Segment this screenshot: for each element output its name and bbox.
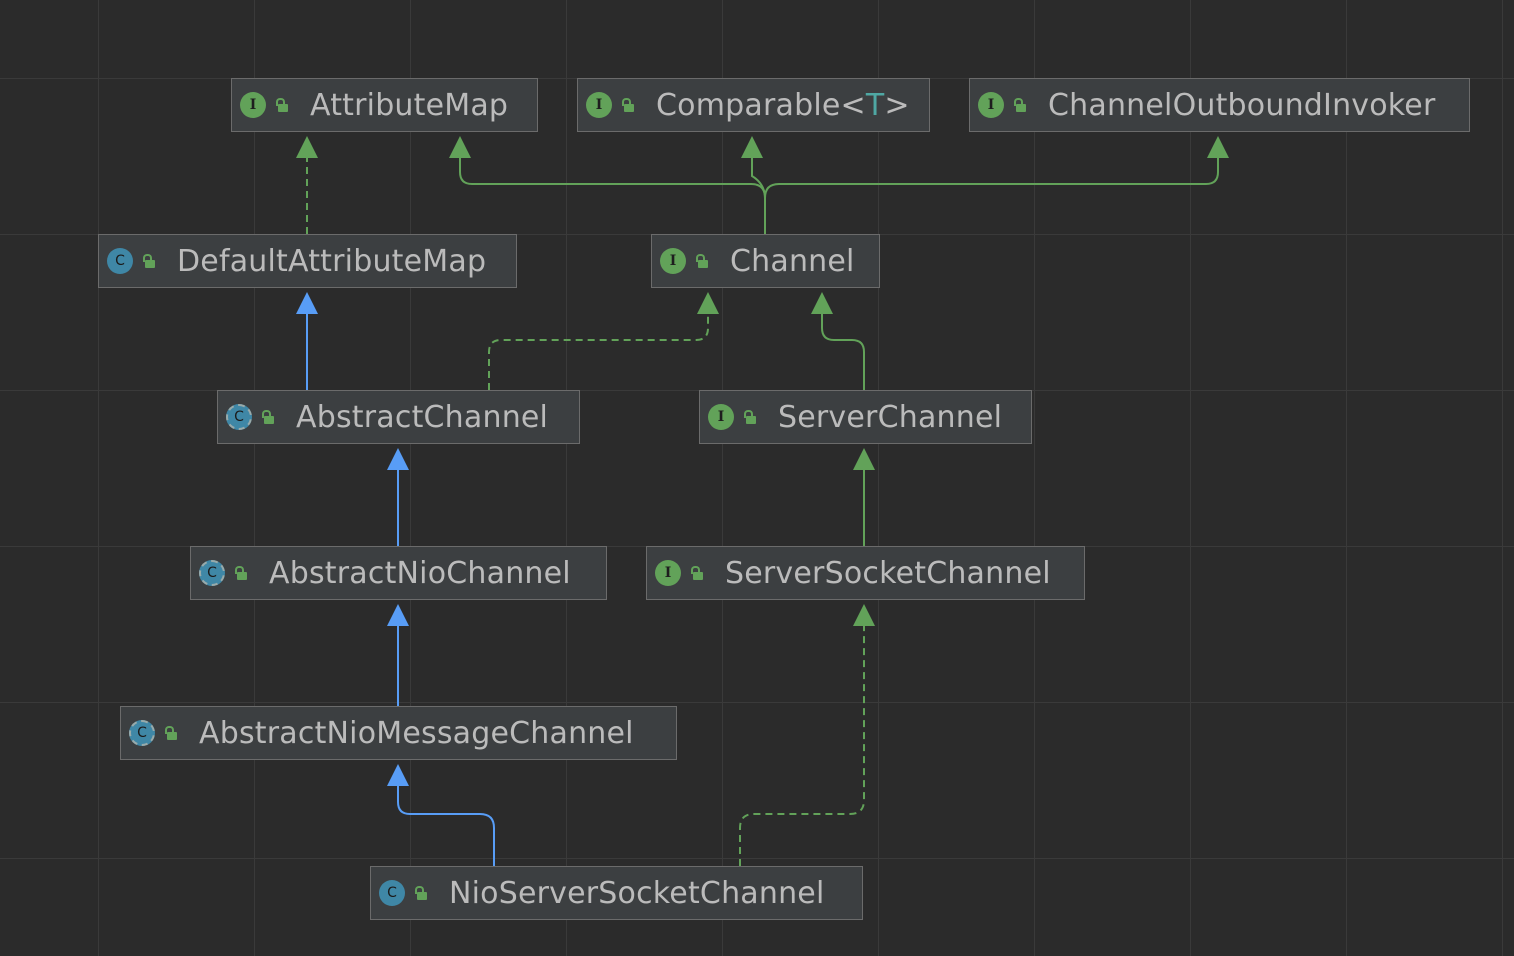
public-lock-icon [691, 566, 705, 580]
node-label: ServerSocketChannel [725, 555, 1051, 591]
node-label: Comparable<T> [656, 87, 910, 123]
node-label: AttributeMap [310, 87, 509, 123]
node-serverchannel[interactable]: I ServerChannel [699, 390, 1032, 444]
node-label: ChannelOutboundInvoker [1048, 87, 1436, 123]
node-serversocketchannel[interactable]: I ServerSocketChannel [646, 546, 1085, 600]
node-comparable[interactable]: I Comparable<T> [577, 78, 930, 132]
node-label: AbstractNioChannel [269, 555, 571, 591]
node-nioserversocketchannel[interactable]: C NioServerSocketChannel [370, 866, 863, 920]
node-channeloutboundinvoker[interactable]: I ChannelOutboundInvoker [969, 78, 1470, 132]
node-label: DefaultAttributeMap [177, 243, 487, 279]
abstract-class-icon: C [129, 720, 155, 746]
public-lock-icon [415, 886, 429, 900]
node-attributemap[interactable]: I AttributeMap [231, 78, 538, 132]
arrowhead-abstractniochannel [387, 604, 409, 626]
interface-icon: I [708, 404, 734, 430]
public-lock-icon [696, 254, 710, 268]
node-channel[interactable]: I Channel [651, 234, 880, 288]
public-lock-icon [744, 410, 758, 424]
inheritance-edges [296, 136, 1229, 866]
node-abstractniomessagechannel[interactable]: C AbstractNioMessageChannel [120, 706, 677, 760]
public-lock-icon [1014, 98, 1028, 112]
interface-icon: I [655, 560, 681, 586]
arrowhead-abstractniomessagechannel [387, 764, 409, 786]
node-label: Channel [730, 243, 855, 279]
edge-serverchannel-channel [821, 306, 865, 390]
abstract-class-icon: C [226, 404, 252, 430]
arrowhead-attributemap-left [296, 136, 318, 158]
node-label: NioServerSocketChannel [449, 875, 825, 911]
interface-icon: I [240, 92, 266, 118]
arrowhead-channeloutboundinvoker [1207, 136, 1229, 158]
edge-abstractchannel-channel [488, 306, 709, 390]
edge-nioserversocketchannel-abstractniomessagechannel [397, 778, 495, 866]
interface-icon: I [660, 248, 686, 274]
abstract-class-icon: C [199, 560, 225, 586]
arrowhead-abstractchannel [387, 448, 409, 470]
public-lock-icon [165, 726, 179, 740]
node-abstractchannel[interactable]: C AbstractChannel [217, 390, 580, 444]
arrowhead-channel-right [811, 292, 833, 314]
public-lock-icon [622, 98, 636, 112]
edge-nioserversocketchannel-serversocketchannel [739, 618, 865, 866]
uml-diagram-canvas: I AttributeMap I Comparable<T> I Channel… [0, 0, 1514, 956]
class-icon: C [379, 880, 405, 906]
node-defaultattributemap[interactable]: C DefaultAttributeMap [98, 234, 517, 288]
type-parameter: T [865, 87, 885, 123]
class-icon: C [107, 248, 133, 274]
arrowhead-channel-left [697, 292, 719, 314]
interface-icon: I [586, 92, 612, 118]
public-lock-icon [276, 98, 290, 112]
arrowhead-defaultattributemap [296, 292, 318, 314]
public-lock-icon [262, 410, 276, 424]
node-abstractniochannel[interactable]: C AbstractNioChannel [190, 546, 607, 600]
arrowhead-serversocketchannel [853, 604, 875, 626]
node-label: AbstractNioMessageChannel [199, 715, 634, 751]
public-lock-icon [143, 254, 157, 268]
node-label: AbstractChannel [296, 399, 549, 435]
public-lock-icon [235, 566, 249, 580]
edge-channel-channeloutboundinvoker [764, 150, 1219, 234]
edge-channel-attributemap [459, 150, 766, 234]
edge-channel-comparable [751, 150, 766, 234]
interface-icon: I [978, 92, 1004, 118]
arrowhead-serverchannel [853, 448, 875, 470]
arrowhead-attributemap-right [449, 136, 471, 158]
arrowhead-comparable [741, 136, 763, 158]
node-label: ServerChannel [778, 399, 1003, 435]
